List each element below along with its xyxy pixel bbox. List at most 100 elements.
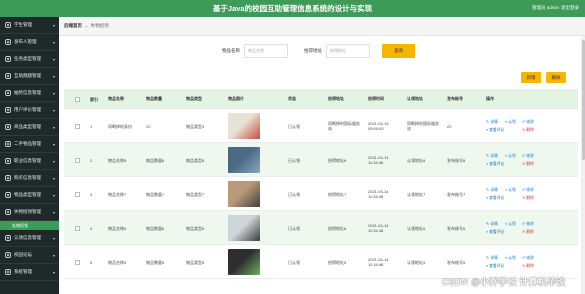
header-actions: 操作 [486,96,494,101]
review-button[interactable]: ⌕ 查看评论 [486,264,521,269]
page-scrollbar[interactable] [581,36,585,294]
row-delete-button[interactable]: ✕ 删除 [522,264,540,269]
logout-link[interactable]: 退出登录 [561,5,579,11]
row-checkbox[interactable] [75,157,80,163]
claim-button[interactable]: ⌕ 认领 [505,256,521,261]
cell-time: 2021-04-14 11:34:48 [368,223,389,233]
header-checkbox-cell[interactable] [75,89,80,109]
chevron-down-icon: ▾ [52,159,55,164]
cell-image [228,143,260,177]
row-checkbox-cell[interactable] [75,143,80,177]
review-button[interactable]: ⌕ 查看评论 [486,162,521,167]
sidebar-item[interactable]: 职业信息管理 ▾ [0,153,59,170]
sidebar-item[interactable]: 校园论坛 ▾ [0,247,59,264]
cell-addr: 拾得地址5 [328,259,347,265]
add-button[interactable]: 新增 [521,72,541,83]
cell-qty: 22 [146,123,151,129]
delete-button[interactable]: 删除 [546,72,566,83]
chevron-down-icon: ▾ [52,108,55,113]
item-photo[interactable] [228,249,260,275]
box-icon [5,141,11,147]
sidebar-item[interactable]: 互助跑腿管理 ▾ [0,68,59,85]
sidebar-item-label: 任务类型管理 [14,56,41,61]
claim-button[interactable]: ⌕ 认领 [505,188,521,193]
row-checkbox[interactable] [75,259,80,265]
edit-button[interactable]: ✐ 修改 [522,222,540,227]
claim-button[interactable]: ⌕ 认领 [505,154,521,159]
cell-image [228,211,260,245]
edit-icon: ✐ [522,153,526,158]
review-button[interactable]: ⌕ 查看评论 [486,230,521,235]
row-checkbox[interactable] [75,191,80,197]
sidebar-item[interactable]: 物品类型管理 ▾ [0,187,59,204]
sidebar-item[interactable]: 系统管理 ▾ [0,264,59,281]
row-checkbox[interactable] [75,123,80,129]
cell-idx: 3 [90,191,93,197]
search-icon: ⌕ [486,263,489,268]
chevron-down-icon: ▾ [52,57,55,62]
detail-button[interactable]: ✎ 详情 [486,188,504,193]
sidebar-item[interactable]: 失物招领管理 ▾ [0,204,59,221]
edit-button[interactable]: ✐ 修改 [522,256,540,261]
table-row: 3 物品名称7 物品数量7 物品类型7 已认领 拾得地址7 2021-04-14 11:34… [64,177,578,211]
search-bar: 物品名称 物品名称 拾得地址 拾得地址 查询 [59,40,585,62]
breadcrumb-separator: > [85,23,88,29]
sidebar-item[interactable]: 认领信息管理 ▾ [0,230,59,247]
row-checkbox-cell[interactable] [75,109,80,143]
sidebar-item[interactable]: 商品类型管理 ▾ [0,119,59,136]
breadcrumb-home[interactable]: 后端首页 [64,23,82,29]
search-icon: ⌕ [486,127,489,132]
table-body: 1 同断掉的身份 22 物品类型3 已认领 同断掉的国际服务站 2021-04-13 09:… [64,109,578,279]
edit-button[interactable]: ✐ 修改 [522,154,540,159]
search-icon: ⌕ [505,255,508,260]
sidebar-item[interactable]: 二手物品管理 ▾ [0,136,59,153]
cell-actions: ✎ 详情 ⌕ 认领 ✐ 修改 ⌕ 查看评论 ✕ 删除 [486,143,540,177]
sidebar-item[interactable]: 用户评价管理 ▾ [0,102,59,119]
edit-button[interactable]: ✐ 修改 [522,188,540,193]
row-checkbox[interactable] [75,225,80,231]
review-button[interactable]: ⌕ 查看评论 [486,128,521,133]
sidebar-subitem-active[interactable]: 失物招领 [0,221,59,230]
row-delete-button[interactable]: ✕ 删除 [522,230,540,235]
row-delete-button[interactable]: ✕ 删除 [522,128,540,133]
sidebar-item[interactable]: 学生管理 ▾ [0,17,59,34]
edit-button[interactable]: ✐ 修改 [522,120,540,125]
row-delete-button[interactable]: ✕ 删除 [522,162,540,167]
detail-button[interactable]: ✎ 详情 [486,222,504,227]
sidebar-item[interactable]: 购买信息管理 ▾ [0,170,59,187]
claim-button[interactable]: ⌕ 认领 [505,222,521,227]
detail-button[interactable]: ✎ 详情 [486,154,504,159]
doc-icon: ✎ [486,221,490,226]
name-input[interactable]: 物品名称 [244,44,288,58]
doc-icon: ✎ [486,119,490,124]
row-checkbox-cell[interactable] [75,245,80,279]
header-account: 发布账号 [447,96,463,101]
row-delete-button[interactable]: ✕ 删除 [522,196,540,201]
item-photo[interactable] [228,147,260,173]
current-user: 管理员 admin [531,5,559,10]
item-photo[interactable] [228,113,260,139]
claim-button[interactable]: ⌕ 认领 [505,120,521,125]
detail-button[interactable]: ✎ 详情 [486,256,504,261]
item-photo[interactable] [228,215,260,241]
search-button[interactable]: 查询 [382,44,415,58]
cell-claim: 认领地址6 [407,225,426,231]
doc-icon: ✎ [486,187,490,192]
row-checkbox-cell[interactable] [75,211,80,245]
select-all-checkbox[interactable] [75,96,80,102]
close-icon: ✕ [522,127,526,132]
detail-button[interactable]: ✎ 详情 [486,120,504,125]
scrollbar-thumb[interactable] [581,40,585,160]
cell-time: 2021-04-13 09:00:00 [368,121,389,131]
address-input[interactable]: 拾得地址 [326,44,370,58]
item-photo[interactable] [228,181,260,207]
row-checkbox-cell[interactable] [75,177,80,211]
sidebar-item[interactable]: 任务类型管理 ▾ [0,51,59,68]
sidebar-item[interactable]: 抽奖信息管理 ▾ [0,85,59,102]
cell-status: 已认领 [288,191,300,197]
review-button[interactable]: ⌕ 查看评论 [486,196,521,201]
sidebar-item[interactable]: 发布人管理 ▾ [0,34,59,51]
search-icon: ⌕ [486,229,489,234]
table-header: 索引 物品名称 物品数量 物品类型 物品图片 状态 拾得地址 拾得时间 认领地址… [64,89,578,109]
sidebar-item-label: 失物招领管理 [14,209,41,214]
